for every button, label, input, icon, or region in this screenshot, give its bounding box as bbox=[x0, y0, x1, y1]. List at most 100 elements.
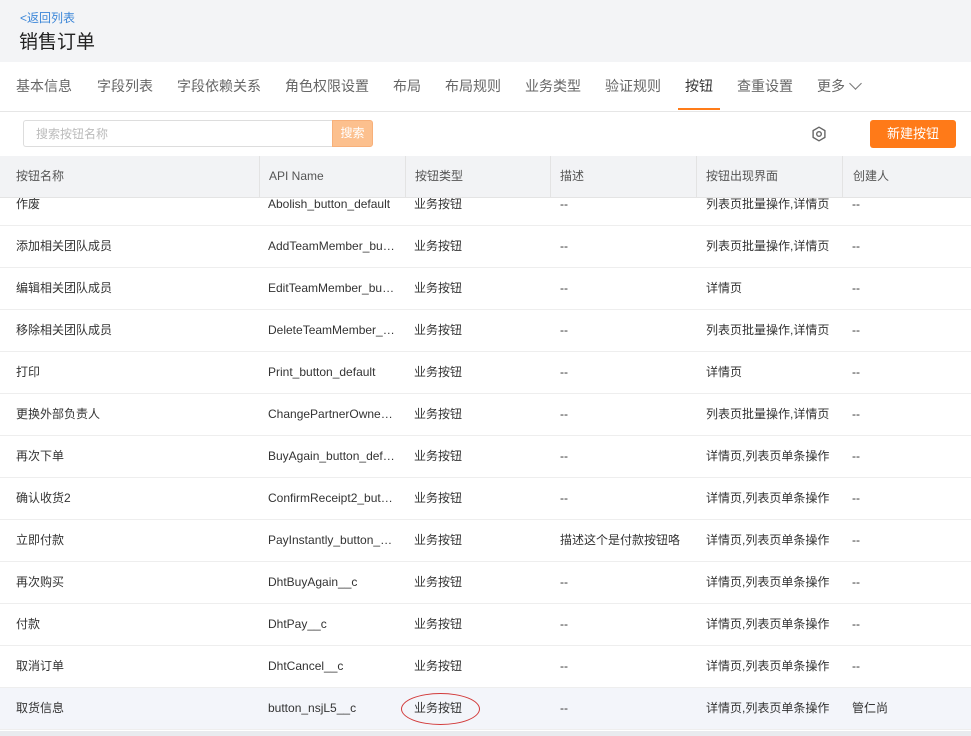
cell-api-name: DhtPay__c bbox=[268, 617, 327, 631]
cell-api-name: ConfirmReceipt2_button_default bbox=[268, 491, 396, 505]
cell-description: -- bbox=[560, 617, 568, 631]
cell-description: -- bbox=[560, 323, 568, 337]
cell-display-page: 详情页 bbox=[706, 365, 743, 379]
cell-button-name: 编辑相关团队成员 bbox=[16, 281, 113, 295]
table-row[interactable]: 编辑相关团队成员 EditTeamMember_button_default 业务按… bbox=[0, 268, 971, 310]
cell-creator: -- bbox=[852, 323, 860, 337]
new-button[interactable]: 新建按钮 bbox=[870, 120, 956, 148]
page-title: 销售订单 bbox=[19, 32, 96, 53]
table-row[interactable]: 更换外部负责人 ChangePartnerOwner_button_default… bbox=[0, 394, 971, 436]
column-header-api-name[interactable]: API Name bbox=[269, 156, 324, 197]
cell-display-page: 列表页批量操作,详情页 bbox=[706, 407, 830, 421]
cell-api-name: DhtCancel__c bbox=[268, 659, 344, 673]
tab-field-list[interactable]: 字段列表 bbox=[97, 62, 153, 110]
column-header-creator[interactable]: 创建人 bbox=[853, 156, 889, 197]
column-header-button-type[interactable]: 按钮类型 bbox=[415, 156, 463, 197]
column-divider bbox=[696, 156, 697, 197]
column-header-button-name[interactable]: 按钮名称 bbox=[16, 156, 64, 197]
table-row[interactable]: 再次下单 BuyAgain_button_default 业务按钮 -- 详情页,列表页… bbox=[0, 436, 971, 478]
page-header: <返回列表 销售订单 bbox=[0, 0, 971, 62]
cell-button-name: 更换外部负责人 bbox=[16, 407, 101, 421]
search-button[interactable]: 搜索 bbox=[332, 120, 373, 147]
cell-button-name: 确认收货2 bbox=[16, 491, 71, 505]
cell-button-type: 业务按钮 bbox=[414, 407, 463, 421]
table-row[interactable]: 移除相关团队成员 DeleteTeamMember_button_default 业… bbox=[0, 310, 971, 352]
cell-description: -- bbox=[560, 407, 568, 421]
cell-display-page: 列表页批量操作,详情页 bbox=[706, 239, 830, 253]
column-header-display-page[interactable]: 按钮出现界面 bbox=[706, 156, 778, 197]
cell-creator: -- bbox=[852, 365, 860, 379]
cell-description: -- bbox=[560, 281, 568, 295]
chevron-down-icon bbox=[849, 76, 862, 90]
column-divider bbox=[842, 156, 843, 197]
cell-creator: -- bbox=[852, 575, 860, 589]
tab-layout[interactable]: 布局 bbox=[393, 62, 421, 110]
search-input[interactable] bbox=[23, 120, 333, 147]
table-row[interactable]: 打印 Print_button_default 业务按钮 -- 详情页 -- bbox=[0, 352, 971, 394]
cell-api-name: DeleteTeamMember_button_default bbox=[268, 323, 396, 337]
tab-more-label: 更多 bbox=[817, 78, 845, 94]
cell-button-type: 业务按钮 bbox=[414, 491, 463, 505]
cell-api-name: ChangePartnerOwner_button_default bbox=[268, 407, 396, 421]
cell-display-page: 列表页批量操作,详情页 bbox=[706, 323, 830, 337]
tab-bar: 基本信息 字段列表 字段依赖关系 角色权限设置 布局 布局规则 业务类型 验证规… bbox=[0, 62, 971, 112]
cell-description: -- bbox=[560, 449, 568, 463]
cell-button-type: 业务按钮 bbox=[414, 449, 463, 463]
tab-buttons[interactable]: 按钮 bbox=[678, 62, 720, 110]
table-row[interactable]: 添加相关团队成员 AddTeamMember_button_default 业务按钮… bbox=[0, 226, 971, 268]
cell-creator: -- bbox=[852, 449, 860, 463]
cell-creator: -- bbox=[852, 281, 860, 295]
cell-description: -- bbox=[560, 239, 568, 253]
cell-button-type: 业务按钮 bbox=[414, 281, 463, 295]
cell-display-page: 详情页,列表页单条操作 bbox=[706, 491, 830, 505]
cell-creator: -- bbox=[852, 617, 860, 631]
cell-display-page: 详情页,列表页单条操作 bbox=[706, 617, 830, 631]
tab-validation-rules[interactable]: 验证规则 bbox=[605, 62, 661, 110]
gear-icon[interactable] bbox=[811, 126, 827, 142]
tab-duplicate-check[interactable]: 查重设置 bbox=[737, 62, 793, 110]
cell-description: -- bbox=[560, 659, 568, 673]
tab-basic-info[interactable]: 基本信息 bbox=[16, 62, 72, 110]
table-row[interactable]: 确认收货2 ConfirmReceipt2_button_default 业务按钮 -… bbox=[0, 478, 971, 520]
cell-creator: 管仁尚 bbox=[852, 701, 889, 715]
toolbar: 搜索 新建按钮 bbox=[0, 112, 971, 156]
cell-display-page: 详情页,列表页单条操作 bbox=[706, 659, 830, 673]
tab-business-type[interactable]: 业务类型 bbox=[525, 62, 581, 110]
cell-button-type: 业务按钮 bbox=[414, 533, 463, 547]
table-row[interactable]: 立即付款 PayInstantly_button_default 业务按钮 描述这个是… bbox=[0, 520, 971, 562]
cell-api-name: PayInstantly_button_default bbox=[268, 533, 396, 547]
cell-display-page: 详情页,列表页单条操作 bbox=[706, 575, 830, 589]
tab-more[interactable]: 更多 bbox=[817, 62, 862, 110]
back-to-list-link[interactable]: <返回列表 bbox=[20, 9, 75, 26]
cell-button-type: 业务按钮 bbox=[414, 659, 463, 673]
cell-api-name: BuyAgain_button_default bbox=[268, 449, 396, 463]
cell-creator: -- bbox=[852, 407, 860, 421]
buttons-table: 作废 Abolish_button_default 业务按钮 -- 列表页批量操作,详情… bbox=[0, 156, 971, 736]
cell-button-name: 立即付款 bbox=[16, 533, 65, 547]
cell-button-type: 业务按钮 bbox=[414, 575, 463, 589]
cell-description: 描述这个是付款按钮咯 bbox=[560, 533, 681, 547]
table-row[interactable]: 再次购买 DhtBuyAgain__c 业务按钮 -- 详情页,列表页单条操作 -- bbox=[0, 562, 971, 604]
tab-field-dependency[interactable]: 字段依赖关系 bbox=[177, 62, 261, 110]
column-divider bbox=[405, 156, 406, 197]
cell-api-name: EditTeamMember_button_default bbox=[268, 281, 396, 295]
cell-api-name: DhtBuyAgain__c bbox=[268, 575, 358, 589]
cell-button-name: 打印 bbox=[16, 365, 41, 379]
cell-api-name: Print_button_default bbox=[268, 365, 376, 379]
column-divider bbox=[259, 156, 260, 197]
horizontal-scrollbar[interactable] bbox=[0, 731, 971, 736]
table-row[interactable]: 取货信息 button_nsjL5__c 业务按钮 -- 详情页,列表页单条操作 管仁尚 bbox=[0, 688, 971, 730]
column-header-description[interactable]: 描述 bbox=[560, 156, 584, 197]
table-body: 作废 Abolish_button_default 业务按钮 -- 列表页批量操作,详情… bbox=[0, 184, 971, 730]
cell-api-name: button_nsjL5__c bbox=[268, 701, 357, 715]
cell-api-name: AddTeamMember_button_default bbox=[268, 239, 396, 253]
tab-role-permission[interactable]: 角色权限设置 bbox=[285, 62, 369, 110]
cell-button-type: 业务按钮 bbox=[414, 323, 463, 337]
cell-description: -- bbox=[560, 575, 568, 589]
cell-button-type: 业务按钮 bbox=[414, 239, 463, 253]
cell-button-name: 取货信息 bbox=[16, 701, 65, 715]
table-row[interactable]: 取消订单 DhtCancel__c 业务按钮 -- 详情页,列表页单条操作 -- bbox=[0, 646, 971, 688]
table-row[interactable]: 付款 DhtPay__c 业务按钮 -- 详情页,列表页单条操作 -- bbox=[0, 604, 971, 646]
cell-description: -- bbox=[560, 491, 568, 505]
tab-layout-rules[interactable]: 布局规则 bbox=[445, 62, 501, 110]
